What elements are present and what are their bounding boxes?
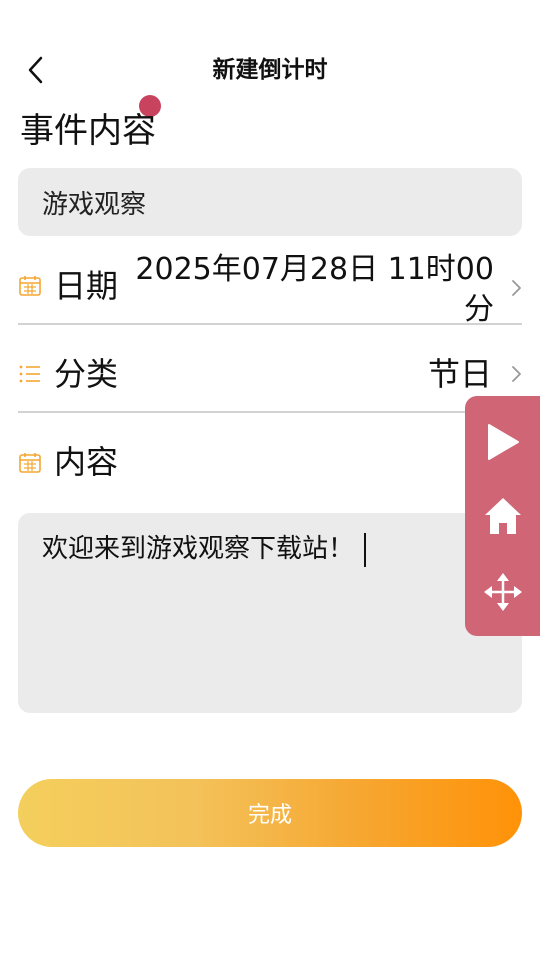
category-value: 节日 (427, 355, 492, 393)
calendar-icon (19, 276, 41, 296)
divider (18, 411, 522, 413)
content-row: 内容 (18, 438, 522, 488)
calendar-icon (19, 453, 41, 473)
home-icon (484, 498, 521, 534)
category-label: 分类 (54, 355, 119, 393)
finish-button[interactable]: 完成 (18, 779, 522, 847)
floating-control-panel (465, 396, 540, 636)
text-caret (364, 532, 367, 567)
event-title-value: 游戏观察 (42, 189, 147, 220)
content-textarea[interactable]: 欢迎来到游戏观察下载站！ (18, 513, 522, 713)
new-countdown-screen: 新建倒计时 事件内容 游戏观察 日期 2025年07月28日 11时00分 分类… (0, 0, 540, 960)
home-button[interactable] (465, 486, 540, 546)
finish-button-label: 完成 (247, 803, 292, 828)
content-label: 内容 (54, 443, 119, 481)
event-content-label: 事件内容 (20, 111, 156, 151)
divider (18, 323, 522, 325)
play-icon (487, 424, 519, 460)
chevron-right-icon (512, 366, 521, 382)
chevron-right-icon (512, 280, 521, 296)
date-value: 2025年07月28日 11时00分 (135, 252, 494, 322)
page-title: 新建倒计时 (212, 57, 328, 83)
move-button[interactable] (465, 562, 540, 622)
move-icon (483, 573, 522, 611)
event-title-input[interactable]: 游戏观察 (18, 168, 522, 236)
content-text: 欢迎来到游戏观察下载站！ (42, 534, 355, 564)
list-icon (19, 365, 40, 383)
play-button[interactable] (465, 412, 540, 472)
